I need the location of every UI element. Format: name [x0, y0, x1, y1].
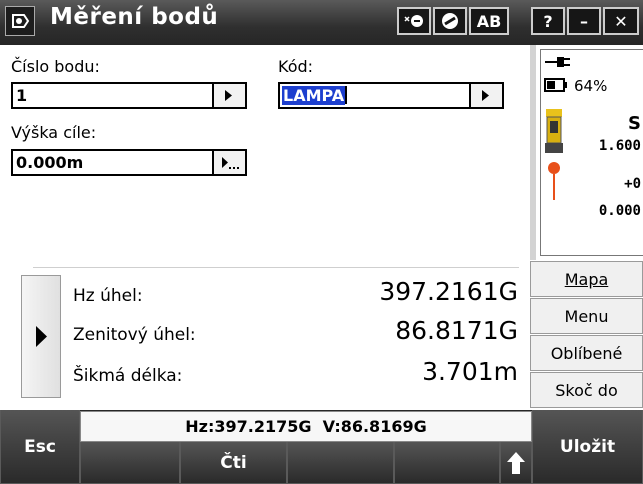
- help-button[interactable]: ?: [531, 7, 565, 35]
- power-plug-icon: [545, 57, 570, 67]
- prism-pole-icon: [548, 162, 560, 200]
- no-entry-button[interactable]: [433, 7, 467, 35]
- shift-button[interactable]: [500, 442, 532, 484]
- ab-mode-button[interactable]: AB: [469, 7, 509, 35]
- favorites-button[interactable]: Oblíbené: [530, 335, 643, 371]
- minimize-button[interactable]: –: [567, 7, 601, 35]
- map-button[interactable]: Mapa: [530, 261, 643, 297]
- main-pane: Číslo bodu: 1 Kód: LAMPA Výška cíle: 0.0…: [0, 45, 530, 410]
- read-button[interactable]: Čti: [180, 442, 287, 484]
- status-panel[interactable]: 64% S 1.600 +0 0.000: [530, 45, 643, 260]
- jump-to-button[interactable]: Skoč do: [530, 372, 643, 408]
- battery-percent: 64%: [574, 77, 608, 95]
- menu-button[interactable]: Menu: [530, 298, 643, 334]
- instrument-mode: S: [628, 113, 641, 134]
- hz-angle-label: Hz úhel:: [73, 286, 143, 306]
- target-height-value: 0.000m: [16, 153, 84, 172]
- title-bar: Měření bodů AB ? – ✕: [0, 0, 643, 45]
- prism-height: 0.000: [598, 203, 641, 219]
- code-label: Kód:: [278, 57, 314, 76]
- point-number-value: 1: [16, 86, 28, 105]
- softkey-1[interactable]: [80, 442, 180, 484]
- esc-label: Esc: [24, 436, 56, 457]
- play-arrow-icon: [482, 90, 489, 101]
- favorites-button-label: Oblíbené: [550, 343, 623, 363]
- zenith-angle-label: Zenitový úhel:: [73, 325, 196, 345]
- zenith-angle-value: 86.8171G: [395, 316, 518, 345]
- code-value-wrap: LAMPA: [282, 86, 348, 105]
- no-entry-icon: [442, 13, 458, 29]
- save-label: Uložit: [559, 436, 616, 457]
- text-caret: [345, 86, 348, 104]
- instrument-height: 1.600: [598, 138, 641, 154]
- point-number-label: Číslo bodu:: [11, 57, 100, 76]
- map-button-label: Mapa: [564, 269, 609, 289]
- total-station-icon: [545, 109, 563, 153]
- softkey-4[interactable]: [394, 442, 500, 484]
- measure-button[interactable]: [21, 275, 61, 398]
- point-number-field[interactable]: 1: [11, 82, 247, 109]
- slope-distance-value: 3.701m: [422, 357, 518, 386]
- esc-button[interactable]: Esc: [0, 410, 80, 484]
- section-divider: [33, 267, 519, 268]
- play-more-icon: [222, 157, 239, 169]
- target-height-label: Výška cíle:: [11, 123, 97, 142]
- target-height-more-button[interactable]: [212, 151, 245, 174]
- save-button[interactable]: Uložit: [532, 410, 643, 484]
- code-value: LAMPA: [282, 86, 346, 105]
- laser-icon: [404, 15, 423, 27]
- help-label: ?: [543, 11, 553, 31]
- close-button[interactable]: ✕: [603, 7, 639, 35]
- window-title: Měření bodů: [50, 4, 219, 30]
- minimize-icon: –: [580, 11, 588, 31]
- laser-toggle-button[interactable]: [397, 7, 431, 35]
- readout-text: Hz:397.2175G V:86.8169G: [185, 417, 427, 436]
- live-readout: Hz:397.2175G V:86.8169G: [80, 411, 532, 442]
- slope-distance-label: Šikmá délka:: [73, 366, 183, 386]
- battery-icon: [544, 78, 567, 92]
- softkey-3[interactable]: [287, 442, 394, 484]
- point-number-dropdown-button[interactable]: [212, 84, 245, 107]
- code-field[interactable]: LAMPA: [278, 82, 504, 109]
- hz-angle-value: 397.2161G: [379, 277, 518, 306]
- app-icon[interactable]: [5, 6, 35, 36]
- prism-offset: +0: [624, 176, 641, 192]
- close-icon: ✕: [614, 11, 628, 31]
- code-dropdown-button[interactable]: [469, 84, 502, 107]
- read-label: Čti: [220, 452, 247, 473]
- play-arrow-icon: [36, 326, 47, 347]
- target-height-field[interactable]: 0.000m: [11, 149, 247, 176]
- up-arrow-icon: [507, 451, 525, 474]
- ab-mode-label: AB: [476, 11, 502, 31]
- menu-button-label: Menu: [564, 306, 609, 326]
- jump-to-button-label: Skoč do: [555, 380, 618, 400]
- play-arrow-icon: [225, 90, 232, 101]
